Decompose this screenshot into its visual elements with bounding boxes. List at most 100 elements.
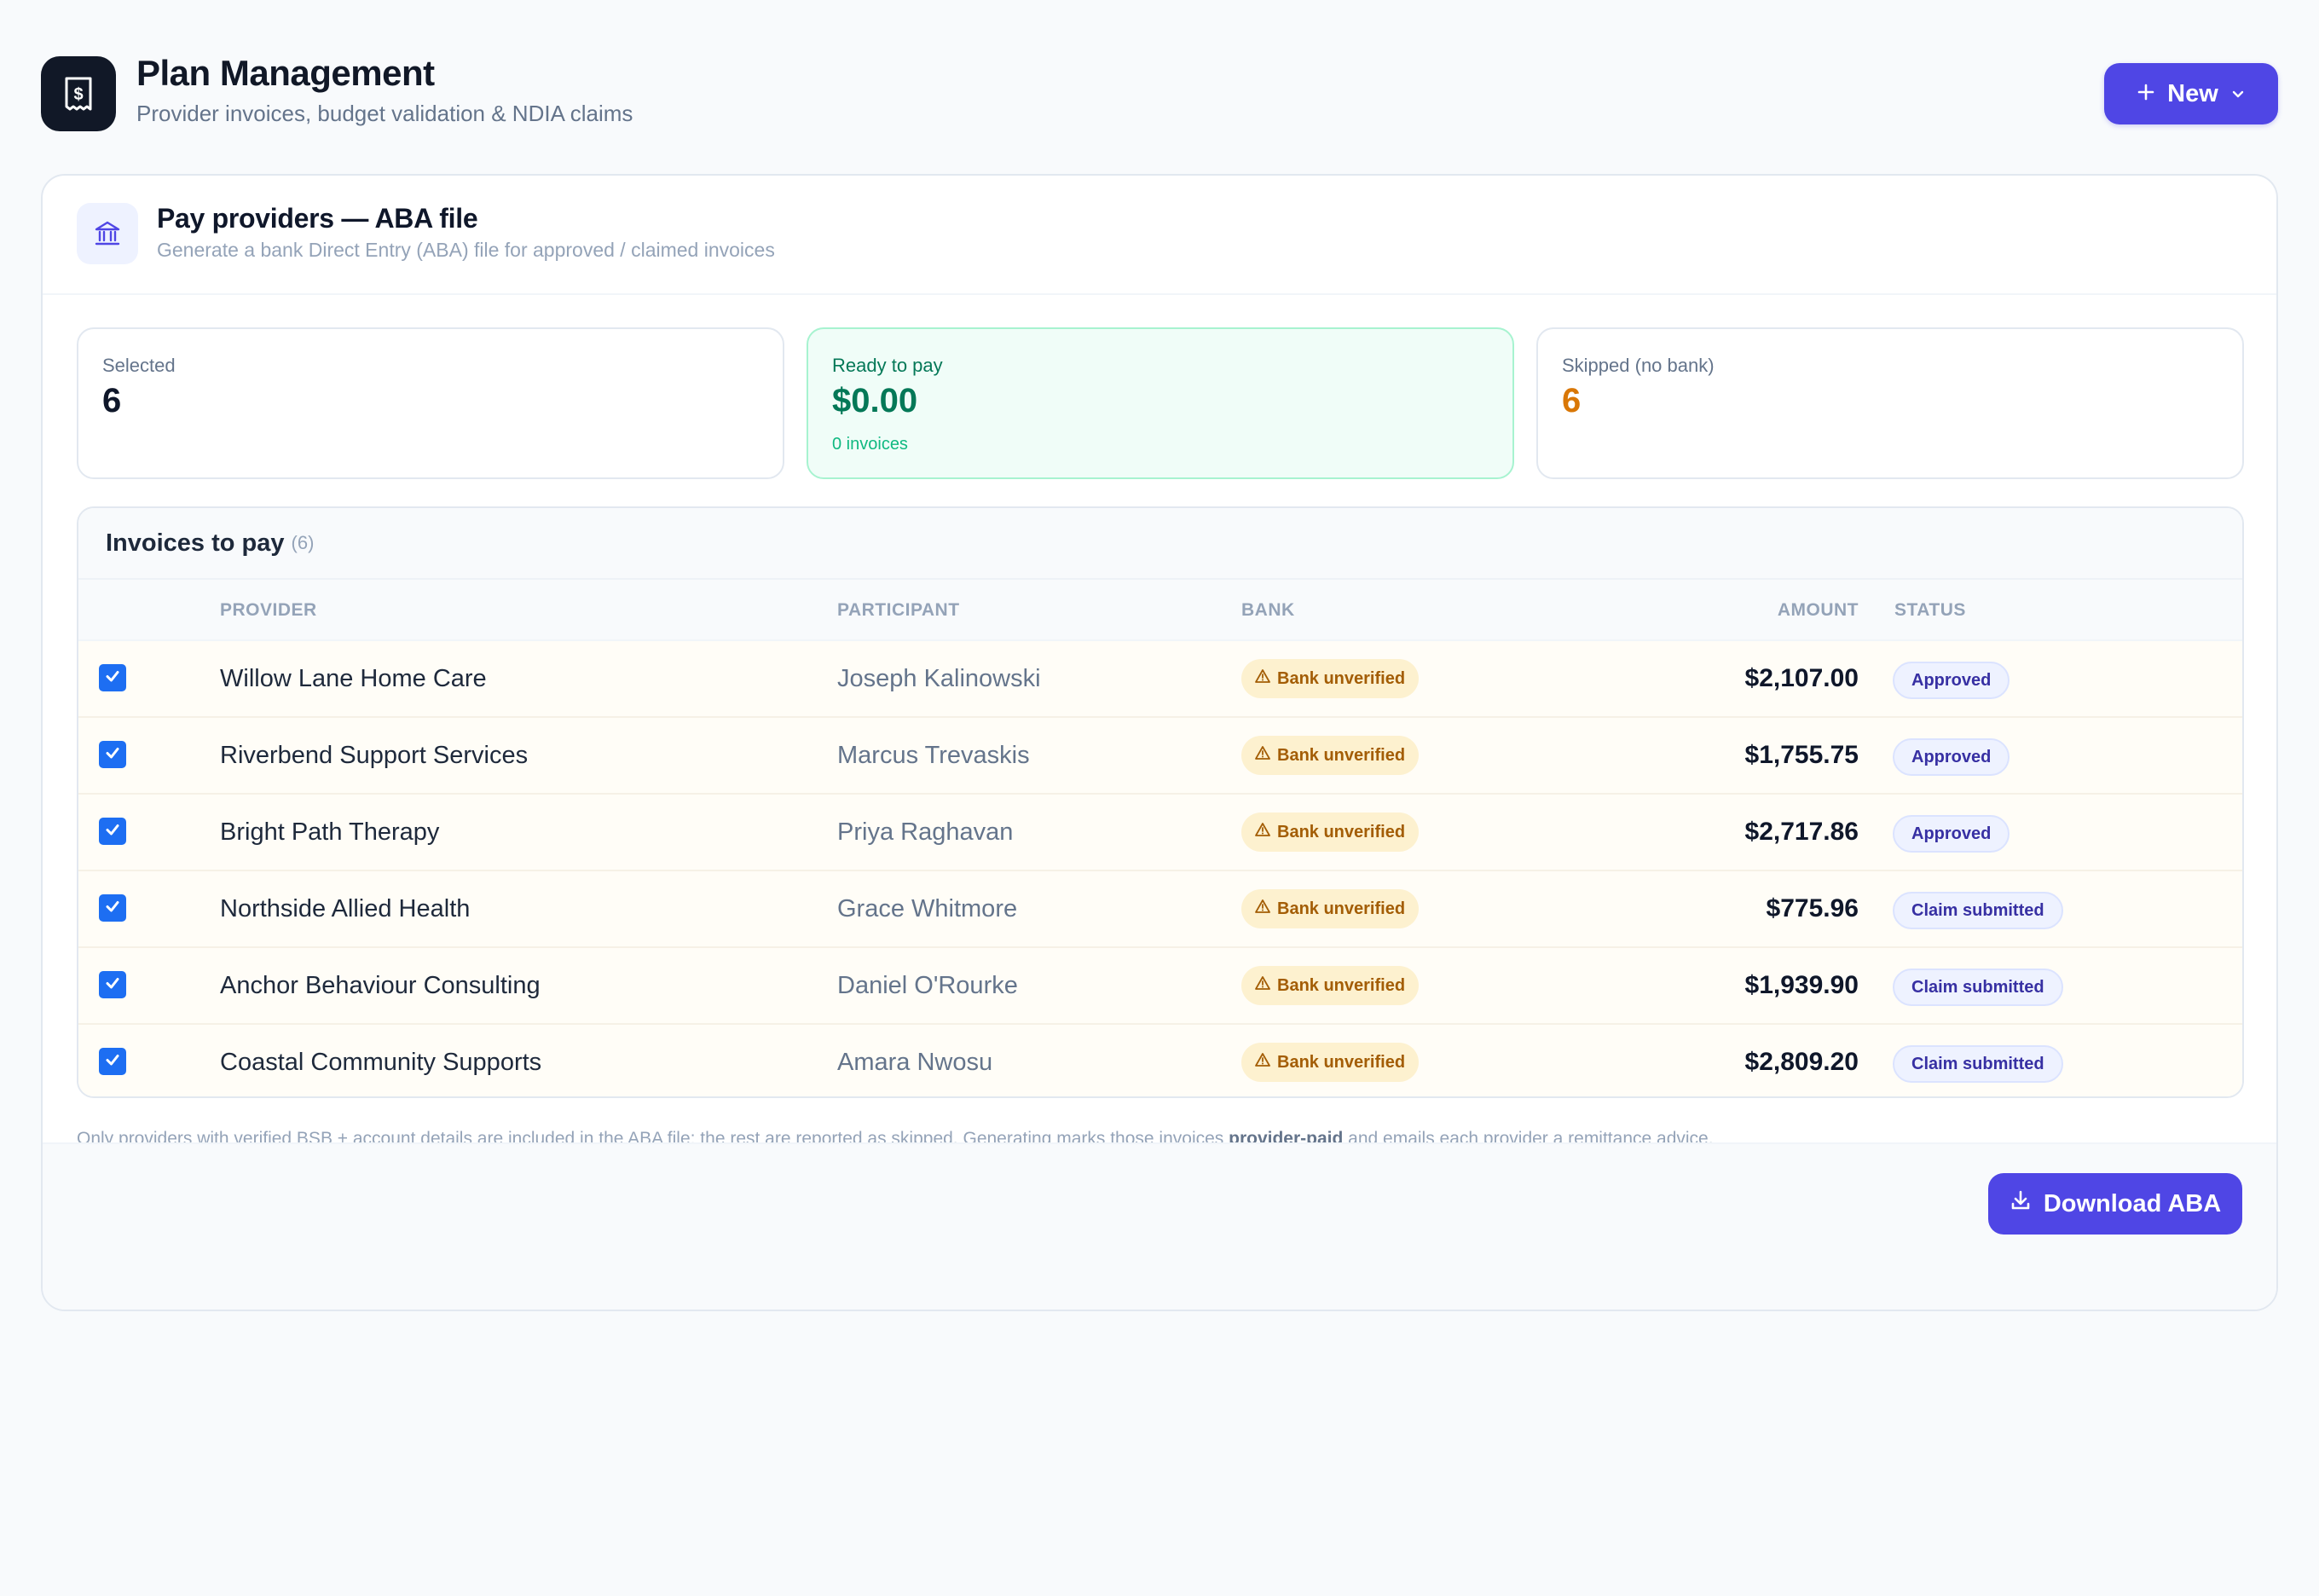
status-label: Approved: [1911, 747, 1992, 766]
table-column-headers: PROVIDER PARTICIPANT BANK AMOUNT STATUS: [78, 580, 2242, 641]
row-checkbox[interactable]: [99, 741, 126, 768]
table-row: Willow Lane Home Care Joseph Kalinowski …: [78, 641, 2242, 718]
bank-status-badge: Bank unverified: [1241, 889, 1420, 928]
cell-participant: Amara Nwosu: [837, 1049, 993, 1076]
cell-participant: Priya Raghavan: [837, 818, 1014, 846]
column-header-bank: BANK: [1241, 600, 1295, 620]
bank-status-badge: Bank unverified: [1241, 966, 1420, 1005]
page-title: Plan Management: [136, 53, 435, 93]
check-icon: [103, 897, 122, 920]
table-row: Riverbend Support Services Marcus Trevas…: [78, 718, 2242, 795]
warning-triangle-icon: [1255, 899, 1270, 919]
bank-status-label: Bank unverified: [1277, 745, 1406, 765]
download-aba-button[interactable]: Download ABA: [1988, 1173, 2242, 1235]
invoices-header: Invoices to pay (6): [78, 508, 2242, 580]
new-button[interactable]: New: [2104, 63, 2278, 124]
cell-provider: Northside Allied Health: [220, 895, 471, 922]
bank-status-label: Bank unverified: [1277, 668, 1406, 688]
card-subtitle: Generate a bank Direct Entry (ABA) file …: [157, 239, 775, 261]
cell-amount: $1,755.75: [1744, 741, 1859, 769]
warning-triangle-icon: [1255, 1052, 1270, 1073]
column-header-status: STATUS: [1894, 600, 1966, 620]
bank-status-label: Bank unverified: [1277, 1052, 1406, 1072]
cell-amount: $2,107.00: [1744, 664, 1859, 692]
cell-provider: Willow Lane Home Care: [220, 665, 487, 692]
status-badge: Approved: [1893, 815, 2010, 853]
cell-provider: Bright Path Therapy: [220, 818, 440, 846]
bank-status-badge: Bank unverified: [1241, 659, 1420, 698]
column-header-amount: AMOUNT: [1777, 600, 1859, 620]
cell-provider: Riverbend Support Services: [220, 742, 529, 769]
check-icon: [103, 974, 122, 997]
check-icon: [103, 743, 122, 766]
column-header-participant: PARTICIPANT: [837, 600, 960, 620]
new-button-label: New: [2167, 79, 2218, 107]
bank-status-badge: Bank unverified: [1241, 736, 1420, 775]
cell-amount: $1,939.90: [1744, 971, 1859, 999]
row-checkbox[interactable]: [99, 894, 126, 922]
bank-status-badge: Bank unverified: [1241, 1043, 1420, 1082]
stat-skipped-value: 6: [1562, 382, 1582, 419]
row-checkbox[interactable]: [99, 1048, 126, 1075]
chevron-down-icon: [2230, 80, 2246, 108]
status-label: Claim submitted: [1911, 1054, 2044, 1073]
pay-providers-card: Pay providers — ABA file Generate a bank…: [41, 174, 2278, 1311]
row-checkbox[interactable]: [99, 971, 126, 998]
page-header: $ Plan Management Provider invoices, bud…: [41, 51, 2278, 133]
warning-triangle-icon: [1255, 975, 1270, 996]
cell-provider: Coastal Community Supports: [220, 1049, 542, 1076]
invoices-table: Invoices to pay (6) PROVIDER PARTICIPANT…: [77, 506, 2244, 1098]
warning-triangle-icon: [1255, 668, 1270, 689]
invoices-count: (6): [291, 532, 315, 553]
stat-selected-value: 6: [102, 382, 122, 419]
status-badge: Claim submitted: [1893, 1045, 2063, 1083]
card-title: Pay providers — ABA file: [157, 203, 478, 234]
cell-participant: Daniel O'Rourke: [837, 972, 1018, 999]
status-label: Approved: [1911, 824, 1992, 843]
warning-triangle-icon: [1255, 822, 1270, 842]
table-row: Coastal Community Supports Amara Nwosu B…: [78, 1025, 2242, 1096]
bank-status-badge: Bank unverified: [1241, 812, 1420, 852]
status-label: Claim submitted: [1911, 977, 2044, 997]
status-badge: Claim submitted: [1893, 892, 2063, 929]
status-label: Approved: [1911, 670, 1992, 690]
bank-status-label: Bank unverified: [1277, 899, 1406, 918]
stat-selected: Selected 6: [77, 327, 784, 479]
stat-ready-label: Ready to pay: [832, 355, 943, 376]
table-row: Northside Allied Health Grace Whitmore B…: [78, 871, 2242, 948]
status-badge: Approved: [1893, 662, 2010, 699]
row-checkbox[interactable]: [99, 664, 126, 691]
cell-amount: $2,809.20: [1744, 1048, 1859, 1076]
cell-participant: Grace Whitmore: [837, 895, 1018, 922]
bank-icon: [77, 203, 138, 264]
stat-skipped: Skipped (no bank) 6: [1536, 327, 2244, 479]
status-badge: Claim submitted: [1893, 969, 2063, 1006]
check-icon: [103, 1050, 122, 1073]
column-header-provider: PROVIDER: [220, 600, 317, 620]
table-row: Bright Path Therapy Priya Raghavan Bank …: [78, 795, 2242, 871]
stat-ready-sub: 0 invoices: [832, 435, 908, 454]
cell-amount: $2,717.86: [1744, 818, 1859, 846]
receipt-dollar-icon: $: [41, 56, 116, 131]
warning-triangle-icon: [1255, 745, 1270, 766]
invoices-title: Invoices to pay: [106, 529, 285, 557]
status-badge: Approved: [1893, 738, 2010, 776]
table-body: Willow Lane Home Care Joseph Kalinowski …: [78, 641, 2242, 1096]
table-row: Anchor Behaviour Consulting Daniel O'Rou…: [78, 948, 2242, 1025]
check-icon: [103, 820, 122, 843]
cell-provider: Anchor Behaviour Consulting: [220, 972, 541, 999]
download-aba-label: Download ABA: [2043, 1189, 2222, 1217]
card-header: Pay providers — ABA file Generate a bank…: [43, 176, 2276, 295]
bank-status-label: Bank unverified: [1277, 975, 1406, 995]
stat-ready-value: $0.00: [832, 382, 918, 419]
page-subtitle: Provider invoices, budget validation & N…: [136, 101, 633, 126]
card-footer: Download ABA: [43, 1142, 2276, 1310]
plus-icon: [2137, 80, 2155, 108]
cell-participant: Marcus Trevaskis: [837, 742, 1030, 769]
status-label: Claim submitted: [1911, 900, 2044, 920]
cell-amount: $775.96: [1766, 894, 1859, 922]
download-icon: [2010, 1189, 2032, 1218]
row-checkbox[interactable]: [99, 818, 126, 845]
check-icon: [103, 667, 122, 690]
svg-text:$: $: [73, 85, 83, 104]
